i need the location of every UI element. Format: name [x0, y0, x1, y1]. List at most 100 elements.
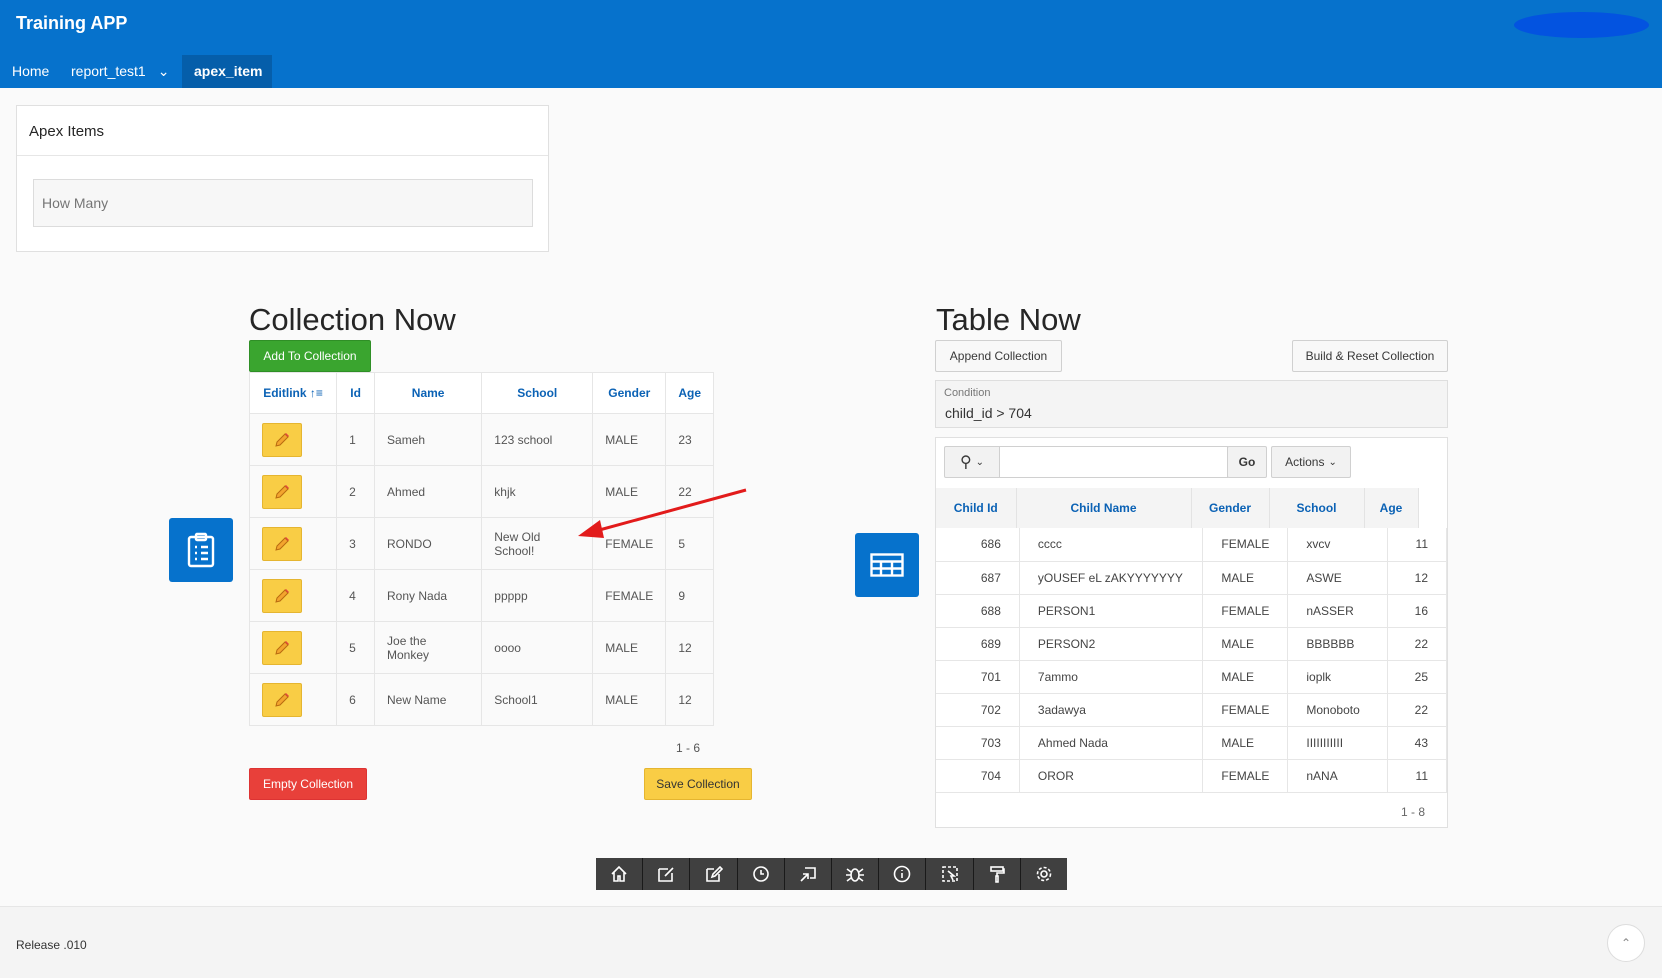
edit-pencil-icon[interactable]	[262, 578, 302, 613]
home-icon[interactable]	[596, 858, 644, 890]
cell-name: Rony Nada	[374, 569, 483, 622]
col-school[interactable]: School	[481, 372, 594, 414]
nav-apex-item[interactable]: apex_item	[182, 55, 272, 88]
col-age[interactable]: Age	[1364, 488, 1419, 528]
col-child-name[interactable]: Child Name	[1016, 488, 1192, 528]
bug-icon[interactable]	[832, 858, 880, 890]
cell-id: 5	[336, 621, 376, 674]
edit-pencil-icon[interactable]	[262, 474, 302, 509]
col-child-id[interactable]: Child Id	[936, 488, 1017, 528]
scroll-to-top-button[interactable]: ⌃	[1607, 924, 1645, 962]
cell-name: RONDO	[374, 517, 483, 570]
col-id[interactable]: Id	[336, 372, 376, 414]
cell-age: 12	[1387, 561, 1447, 595]
table-row: 5 Joe the Monkey oooo MALE 12	[248, 621, 714, 674]
table-now-title: Table Now	[936, 302, 1081, 337]
edit-cell	[248, 673, 338, 726]
edit-pencil-icon[interactable]	[262, 682, 302, 717]
col-name[interactable]: Name	[374, 372, 483, 414]
nav-report-test1[interactable]: report_test1 ⌄	[59, 55, 181, 88]
table-row: 6 New Name School1 MALE 12	[248, 673, 714, 726]
chevron-down-icon: ⌄	[975, 456, 985, 468]
edit-pencil-icon[interactable]	[262, 630, 302, 665]
table-icon	[855, 533, 919, 597]
cell-school: IIIIIIIIIII	[1287, 726, 1389, 760]
search-column-button[interactable]: ⚲ ⌄	[944, 446, 1000, 478]
cell-school: xvcv	[1287, 528, 1389, 562]
report-region: ⚲ ⌄ Go Actions ⌄ Child Id Child Name Gende…	[935, 437, 1448, 828]
edit-application-icon[interactable]	[643, 858, 691, 890]
cell-school: oooo	[481, 621, 594, 674]
collection-title: Collection Now	[249, 302, 456, 337]
empty-collection-button[interactable]: Empty Collection	[249, 768, 367, 800]
edit-pencil-icon[interactable]	[262, 526, 302, 561]
col-editlink[interactable]: Editlink ↑≡	[248, 372, 338, 414]
save-collection-button[interactable]: Save Collection	[644, 768, 752, 800]
info-icon[interactable]	[879, 858, 927, 890]
cell-child-name: PERSON2	[1019, 627, 1204, 661]
cell-gender: FEMALE	[592, 569, 667, 622]
cell-child-name: OROR	[1019, 759, 1204, 793]
view-debug-icon[interactable]	[785, 858, 833, 890]
cell-child-id: 688	[936, 594, 1020, 628]
cell-child-name: yOUSEF eL zAKYYYYYYY	[1019, 561, 1204, 595]
cell-id: 3	[336, 517, 376, 570]
col-gender[interactable]: Gender	[592, 372, 667, 414]
edit-cell	[248, 465, 338, 518]
cell-age: 9	[665, 569, 714, 622]
redacted-user-menu	[1514, 12, 1649, 38]
cell-child-id: 703	[936, 726, 1020, 760]
cell-child-id: 702	[936, 693, 1020, 727]
footer: Release .010 ⌃	[0, 906, 1662, 978]
edit-page-icon[interactable]	[690, 858, 738, 890]
cell-age: 22	[1387, 627, 1447, 661]
cell-child-name: Ahmed Nada	[1019, 726, 1204, 760]
cell-gender: MALE	[1202, 627, 1289, 661]
edit-pencil-icon[interactable]	[262, 422, 302, 457]
cell-age: 22	[1387, 693, 1447, 727]
cell-child-id: 686	[936, 528, 1020, 562]
report-search-input[interactable]	[999, 446, 1228, 478]
table-row: 701 7ammo MALE ioplk 25	[936, 660, 1447, 694]
build-reset-collection-button[interactable]: Build & Reset Collection	[1292, 340, 1448, 372]
cell-age: 11	[1387, 759, 1447, 793]
cell-age: 16	[1387, 594, 1447, 628]
cell-gender: FEMALE	[1202, 528, 1289, 562]
col-gender[interactable]: Gender	[1191, 488, 1270, 528]
col-school[interactable]: School	[1269, 488, 1365, 528]
cell-school: ppppp	[481, 569, 594, 622]
gear-icon[interactable]	[1021, 858, 1067, 890]
cell-school: nANA	[1287, 759, 1389, 793]
cell-age: 12	[665, 621, 714, 674]
condition-field[interactable]: Condition child_id > 704	[935, 380, 1448, 428]
report-header: Child Id Child Name Gender School Age	[936, 488, 1419, 528]
sort-asc-icon: ↑≡	[309, 386, 323, 400]
table-row: 687 yOUSEF eL zAKYYYYYYY MALE ASWE 12	[936, 561, 1447, 595]
append-collection-button[interactable]: Append Collection	[935, 340, 1062, 372]
cell-child-name: 7ammo	[1019, 660, 1204, 694]
cell-child-id: 687	[936, 561, 1020, 595]
condition-label: Condition	[944, 387, 991, 399]
app-title[interactable]: Training APP	[16, 13, 127, 34]
cell-age: 23	[665, 413, 714, 466]
nav-home[interactable]: Home	[0, 55, 61, 88]
cell-id: 6	[336, 673, 376, 726]
release-text: Release .010	[16, 938, 87, 952]
cell-gender: MALE	[592, 413, 667, 466]
region-title: Apex Items	[17, 106, 548, 156]
table-row: 689 PERSON2 MALE BBBBBB 22	[936, 627, 1447, 661]
how-many-input[interactable]	[33, 179, 533, 227]
edit-cell	[248, 569, 338, 622]
cell-id: 2	[336, 465, 376, 518]
theme-roller-icon[interactable]	[974, 858, 1021, 890]
table-row: 704 OROR FEMALE nANA 11	[936, 759, 1447, 793]
add-to-collection-button[interactable]: Add To Collection	[249, 340, 371, 372]
col-age[interactable]: Age	[665, 372, 714, 414]
cell-school: nASSER	[1287, 594, 1389, 628]
actions-menu-button[interactable]: Actions ⌄	[1271, 446, 1351, 478]
cell-name: Sameh	[374, 413, 483, 466]
session-clock-icon[interactable]	[738, 858, 785, 890]
go-button[interactable]: Go	[1227, 446, 1267, 478]
cell-child-id: 701	[936, 660, 1020, 694]
quick-edit-icon[interactable]	[926, 858, 974, 890]
